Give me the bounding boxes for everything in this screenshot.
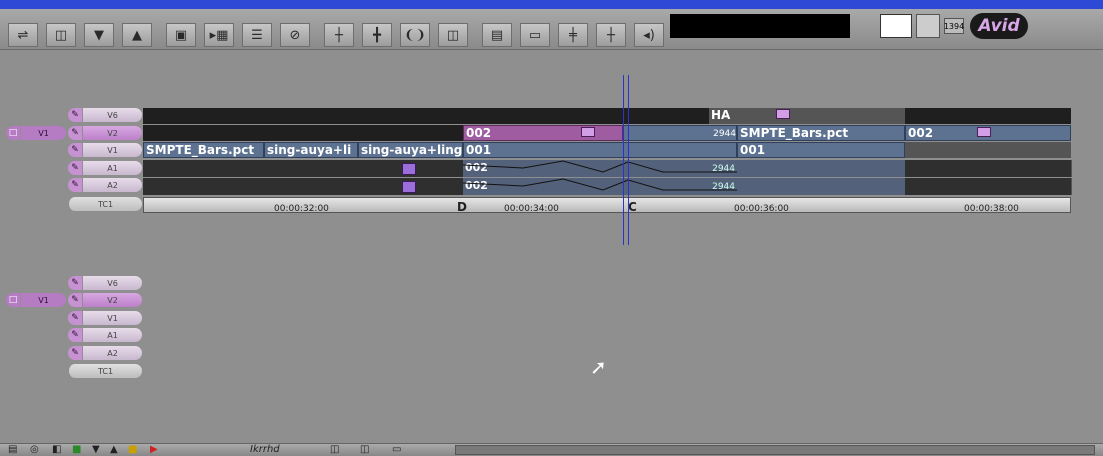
avid-logo: Avid xyxy=(970,13,1028,39)
toolbar-track-icon[interactable]: ▤ xyxy=(482,23,512,47)
v1-clip-sing2[interactable]: sing-auya+ling xyxy=(358,142,463,158)
toolbar-trim-icon[interactable]: ❨❩ xyxy=(400,23,430,47)
ruler-tick: 00:00:34:00 xyxy=(504,204,559,214)
a2-clip-b[interactable] xyxy=(358,178,464,195)
lock-icon[interactable]: ✎ xyxy=(68,328,82,342)
lock-icon[interactable]: ✎ xyxy=(68,311,82,325)
toolbar-settings-icon[interactable]: ⇌ xyxy=(8,23,38,47)
a1-clip-c[interactable] xyxy=(737,160,906,177)
track-v1-lower[interactable]: ✎ V1 xyxy=(68,311,142,325)
record-track-label: V1 xyxy=(20,293,66,307)
toolbar-clear-icon[interactable]: ⊘ xyxy=(280,23,310,47)
bottom-track-icon[interactable]: ▤ xyxy=(8,444,17,455)
playhead[interactable] xyxy=(623,75,629,245)
bottom-up-icon[interactable]: ▲ xyxy=(110,444,118,455)
bottom-view-icon[interactable]: ◫ xyxy=(330,444,339,455)
timecode-ruler[interactable]: 00:00:32:00 D 00:00:34:00 C 00:00:36:00 … xyxy=(143,197,1071,214)
a1-filler xyxy=(143,160,265,177)
lock-icon[interactable]: ✎ xyxy=(68,346,82,360)
audio-meter-display xyxy=(670,14,850,38)
toolbar-splice-icon[interactable]: ▸▦ xyxy=(204,23,234,47)
toolbar-segment-icon[interactable]: ◫ xyxy=(438,23,468,47)
v2-clip-002b[interactable]: 002 xyxy=(905,125,1071,141)
mark-in[interactable]: D xyxy=(457,200,467,214)
lock-icon[interactable]: ✎ xyxy=(68,108,82,122)
bottom-view2-icon[interactable]: ◫ xyxy=(360,444,369,455)
toolbar-split-icon[interactable]: ┼ xyxy=(596,23,626,47)
a1-clip-b[interactable] xyxy=(358,160,464,177)
lock-icon[interactable]: ✎ xyxy=(68,276,82,290)
bottom-down-icon[interactable]: ▼ xyxy=(92,444,100,455)
v1-row: SMPTE_Bars.pct sing-auya+li sing-auya+li… xyxy=(143,142,1071,158)
record-track-label: V1 xyxy=(20,126,66,140)
v2-clip-smpte[interactable]: SMPTE_Bars.pct xyxy=(737,125,905,141)
v6-clip-ha[interactable]: HA xyxy=(709,108,905,124)
toolbar-mark-clip-icon[interactable]: ▣ xyxy=(166,23,196,47)
v2-clip-002[interactable]: 002 xyxy=(463,125,623,141)
bottom-tag: Ikrrhd xyxy=(250,444,280,455)
a2-empty xyxy=(905,178,1072,195)
mouse-pointer-icon: ➚ xyxy=(590,355,607,379)
firewire-counter[interactable]: 1394 xyxy=(944,18,964,34)
toolbar-extract-icon[interactable]: ╋ xyxy=(362,23,392,47)
toolbar-add-edit-icon[interactable]: ╪ xyxy=(558,23,588,47)
mark-out[interactable]: C xyxy=(628,200,637,214)
v1-clip-sing1[interactable]: sing-auya+li xyxy=(264,142,358,158)
v1-empty xyxy=(905,142,1071,158)
a1-clip-a[interactable] xyxy=(264,160,359,177)
a1-empty xyxy=(905,160,1072,177)
toolbar-lift-icon[interactable]: ┼ xyxy=(324,23,354,47)
track-v1[interactable]: ✎ V1 xyxy=(68,143,142,157)
ruler-tick: 00:00:38:00 xyxy=(964,204,1019,214)
v2-clip-2944[interactable]: 2944 xyxy=(623,125,737,141)
bottom-view3-icon[interactable]: ▭ xyxy=(392,444,401,455)
toolbar-monitor-icon[interactable]: ◫ xyxy=(46,23,76,47)
toolbar-down-arrow-icon[interactable]: ▼ xyxy=(84,23,114,47)
horizontal-scrollbar[interactable] xyxy=(455,445,1095,455)
track-a2[interactable]: ✎ A2 xyxy=(68,178,142,192)
lock-icon[interactable]: ✎ xyxy=(68,293,82,307)
audio-rubberband[interactable] xyxy=(463,160,737,196)
v6-row: HA xyxy=(143,108,1071,124)
track-v2[interactable]: ✎ V2 xyxy=(68,126,142,140)
lock-icon[interactable]: ✎ xyxy=(68,178,82,192)
toolbar-up-arrow-icon[interactable]: ▲ xyxy=(122,23,152,47)
a2-clip-c[interactable] xyxy=(737,178,906,195)
toolbar-match-icon[interactable]: ▭ xyxy=(520,23,550,47)
record-enable-icon[interactable]: □ xyxy=(6,293,20,307)
window-top-stripe xyxy=(0,0,1103,9)
record-track-v1[interactable]: □ V1 xyxy=(6,126,66,140)
track-v2-lower[interactable]: ✎ V2 xyxy=(68,293,142,307)
lock-icon[interactable]: ✎ xyxy=(68,143,82,157)
lock-icon[interactable]: ✎ xyxy=(68,161,82,175)
v1-clip-001[interactable]: 001 xyxy=(463,142,737,158)
a2-clip-a[interactable] xyxy=(264,178,359,195)
track-tc1[interactable]: TC1 xyxy=(68,197,142,211)
toolbar-overwrite-icon[interactable]: ☰ xyxy=(242,23,272,47)
lock-icon[interactable]: ✎ xyxy=(68,126,82,140)
track-tc1-lower[interactable]: TC1 xyxy=(68,364,142,378)
bottom-green-icon[interactable]: ■ xyxy=(72,444,81,455)
bottom-toggle-icon[interactable]: ◧ xyxy=(52,444,61,455)
record-track-v1-lower[interactable]: □ V1 xyxy=(6,293,66,307)
view-toggle-icon[interactable] xyxy=(880,14,912,38)
track-v6-lower[interactable]: ✎ V6 xyxy=(68,276,142,290)
toolbar-speaker-icon[interactable]: ◂) xyxy=(634,23,664,47)
track-a2-lower[interactable]: ✎ A2 xyxy=(68,346,142,360)
track-a1-lower[interactable]: ✎ A1 xyxy=(68,328,142,342)
bottom-yellow-icon[interactable]: ■ xyxy=(128,444,137,455)
record-enable-icon[interactable]: □ xyxy=(6,126,20,140)
ruler-tick: 00:00:36:00 xyxy=(734,204,789,214)
bottom-red-icon[interactable]: ▶ xyxy=(150,444,158,455)
bottom-settings-icon[interactable]: ◎ xyxy=(30,444,39,455)
ruler-tick: 00:00:32:00 xyxy=(274,204,329,214)
v1-clip-smpte[interactable]: SMPTE_Bars.pct xyxy=(143,142,264,158)
a2-filler xyxy=(143,178,265,195)
v2-row: 002 2944 SMPTE_Bars.pct 002 xyxy=(143,125,1071,141)
list-view-icon[interactable] xyxy=(916,14,940,38)
v1-clip-001b[interactable]: 001 xyxy=(737,142,905,158)
track-v6[interactable]: ✎ V6 xyxy=(68,108,142,122)
track-a1[interactable]: ✎ A1 xyxy=(68,161,142,175)
